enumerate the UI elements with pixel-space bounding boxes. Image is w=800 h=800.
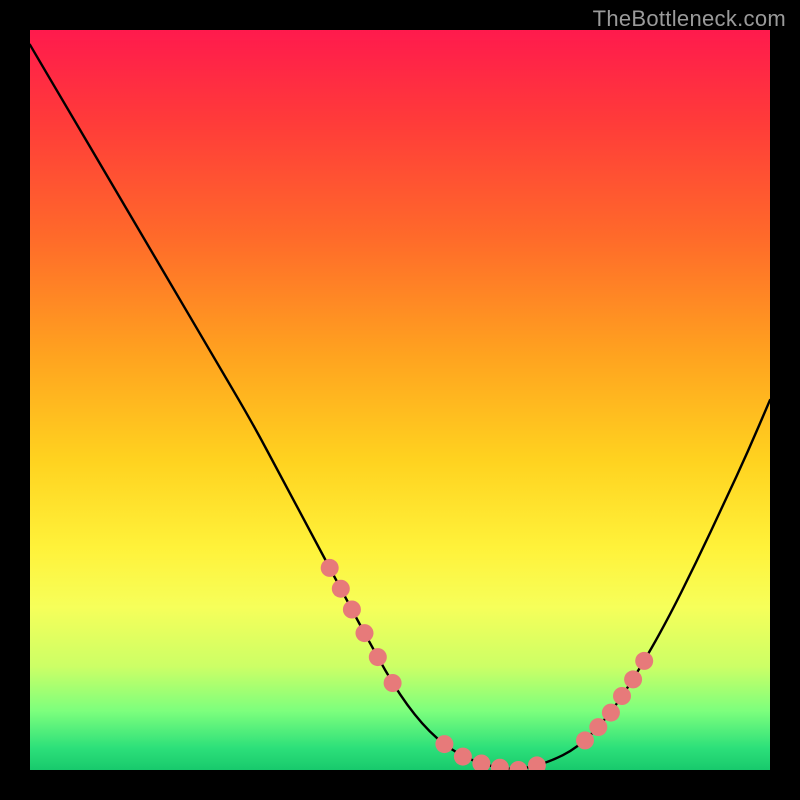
curve-marker <box>356 624 374 642</box>
curve-marker <box>321 559 339 577</box>
curve-marker <box>369 648 387 666</box>
curve-marker <box>384 674 402 692</box>
curve-marker <box>589 718 607 736</box>
curve-marker <box>472 755 490 771</box>
curve-marker <box>332 580 350 598</box>
watermark-text: TheBottleneck.com <box>593 6 786 32</box>
chart-frame: TheBottleneck.com <box>0 0 800 800</box>
curve-marker <box>624 670 642 688</box>
curve-marker <box>635 652 653 670</box>
plot-area <box>30 30 770 770</box>
curve-marker <box>343 601 361 619</box>
curve-marker <box>435 735 453 753</box>
curve-marker <box>528 756 546 770</box>
curve-marker <box>491 759 509 770</box>
bottleneck-curve <box>30 45 770 769</box>
curve-markers <box>321 559 654 770</box>
curve-marker <box>602 704 620 722</box>
curve-marker <box>454 748 472 766</box>
curve-marker <box>576 731 594 749</box>
curve-marker <box>509 761 527 770</box>
curve-marker <box>613 687 631 705</box>
curve-svg <box>30 30 770 770</box>
